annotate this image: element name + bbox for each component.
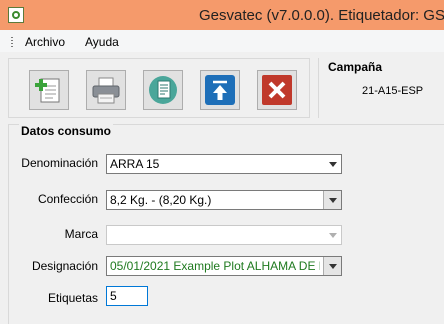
menu-grip-icon (11, 37, 13, 47)
confeccion-value: 8,2 Kg. - (8,20 Kg.) (110, 193, 212, 207)
confeccion-label: Confección (37, 192, 98, 206)
campaign-value: 21-A15-ESP (362, 85, 424, 97)
menu-ayuda[interactable]: Ayuda (85, 35, 119, 49)
denominacion-select[interactable]: ARRA 15 (106, 154, 342, 174)
chevron-down-icon[interactable] (324, 226, 341, 244)
new-document-icon (35, 78, 60, 103)
designacion-value: 05/01/2021 Example Plot ALHAMA DE M... (110, 259, 320, 273)
app-logo-icon[interactable] (8, 7, 24, 23)
menu-archivo[interactable]: Archivo (25, 35, 65, 49)
new-button[interactable] (29, 70, 69, 110)
report-button[interactable] (143, 70, 183, 110)
upload-button[interactable] (200, 70, 240, 110)
etiquetas-input[interactable]: 5 (106, 286, 148, 306)
denominacion-label: Denominación (21, 156, 98, 170)
window-title: Gesvatec (v7.0.0.0). Etiquetador: GSV I (199, 7, 444, 24)
designacion-select[interactable]: 05/01/2021 Example Plot ALHAMA DE M... (106, 256, 342, 276)
group-title: Datos consumo (19, 124, 114, 138)
print-button[interactable] (86, 70, 126, 110)
menu-bar (0, 30, 444, 52)
marca-label: Marca (64, 227, 98, 241)
close-button[interactable] (257, 70, 297, 110)
dropdown-arrow-icon[interactable] (323, 257, 341, 275)
dropdown-arrow-icon[interactable] (323, 191, 341, 209)
etiquetas-label: Etiquetas (47, 291, 98, 305)
confeccion-select[interactable]: 8,2 Kg. - (8,20 Kg.) (106, 190, 342, 210)
upload-icon (205, 75, 235, 105)
marca-select[interactable] (106, 225, 342, 245)
campaign-label: Campaña (328, 60, 383, 74)
document-list-icon (149, 76, 177, 104)
designacion-label: Designación (31, 259, 98, 273)
chevron-down-icon[interactable] (324, 155, 341, 173)
close-icon (262, 75, 292, 105)
printer-icon (92, 77, 120, 104)
denominacion-value: ARRA 15 (110, 157, 160, 171)
